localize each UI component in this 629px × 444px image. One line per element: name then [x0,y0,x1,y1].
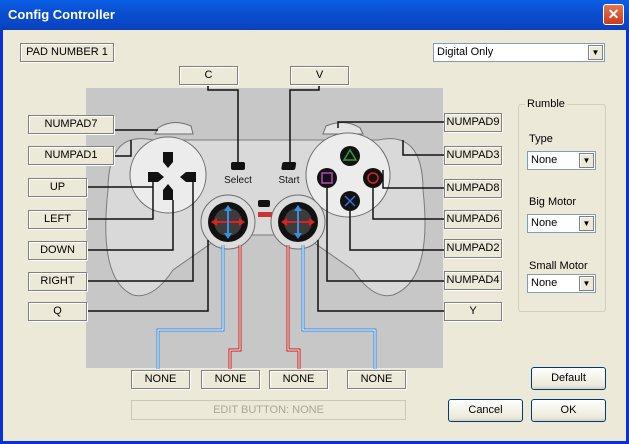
key-right-stick-horizontal[interactable]: NONE [269,370,328,389]
big-motor-label: Big Motor [529,196,577,208]
chevron-down-icon[interactable]: ▼ [579,276,594,291]
key-right-stick-vertical[interactable]: NONE [347,370,406,389]
start-text: Start [278,175,299,186]
key-right[interactable]: RIGHT [28,272,87,291]
cancel-button[interactable]: Cancel [448,399,523,422]
key-l2[interactable]: NUMPAD7 [28,115,114,134]
key-l1[interactable]: NUMPAD1 [28,146,114,165]
big-motor-value: None [531,217,558,229]
rumble-type-value: None [531,154,558,166]
big-motor-select[interactable]: None ▼ [527,214,596,233]
key-circle[interactable]: NUMPAD6 [444,210,502,229]
key-triangle[interactable]: NUMPAD8 [444,179,502,198]
key-down[interactable]: DOWN [28,241,87,260]
rumble-type-select[interactable]: None ▼ [527,151,596,170]
small-motor-value: None [531,277,558,289]
chevron-down-icon[interactable]: ▼ [579,153,594,168]
key-r2[interactable]: NUMPAD9 [444,113,502,132]
key-r1[interactable]: NUMPAD3 [444,146,502,165]
key-up[interactable]: UP [28,178,87,197]
small-motor-select[interactable]: None ▼ [527,274,596,293]
select-icon [231,162,245,170]
left-stick-icon [208,202,248,242]
analog-icon [258,200,270,207]
start-icon [281,162,297,170]
key-left-stick-vertical[interactable]: NONE [131,370,190,389]
chevron-down-icon[interactable]: ▼ [579,216,594,231]
edit-button-status: EDIT BUTTON: NONE [131,400,406,420]
key-select[interactable]: C [179,66,238,85]
key-left[interactable]: LEFT [28,210,87,229]
small-motor-label: Small Motor [529,260,588,272]
key-start[interactable]: V [290,66,349,85]
right-stick-icon [278,202,318,242]
default-button[interactable]: Default [531,367,606,390]
key-r3[interactable]: Y [444,302,502,321]
key-square[interactable]: NUMPAD4 [444,271,502,290]
key-l3[interactable]: Q [28,302,87,321]
ok-button[interactable]: OK [531,399,606,422]
key-left-stick-horizontal[interactable]: NONE [201,370,260,389]
select-text: Select [224,175,252,186]
key-cross[interactable]: NUMPAD2 [444,239,502,258]
rumble-type-label: Type [529,133,553,145]
config-controller-window: Config Controller ✕ PAD NUMBER 1 Digital… [0,0,629,444]
rumble-legend: Rumble [525,98,567,110]
